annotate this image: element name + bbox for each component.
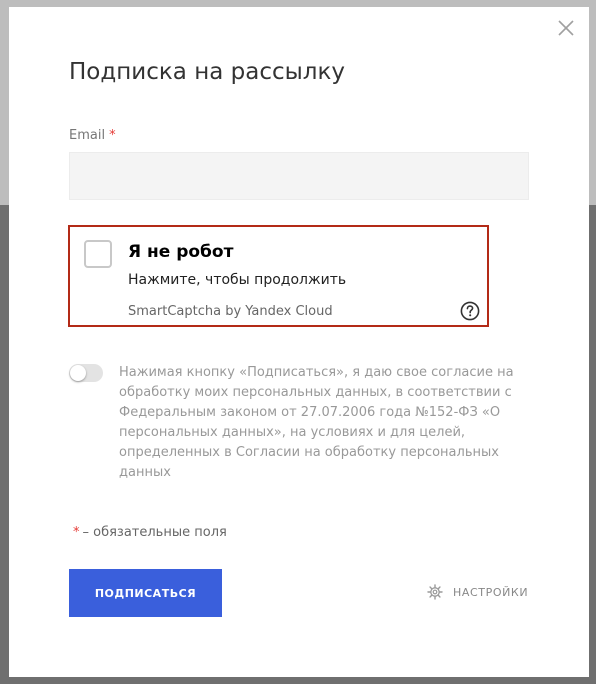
gear-icon bbox=[427, 584, 443, 600]
captcha-help-button[interactable] bbox=[460, 301, 480, 321]
close-icon bbox=[558, 20, 574, 36]
smartcaptcha-widget: Я не робот Нажмите, чтобы продолжить Sma… bbox=[68, 225, 489, 327]
captcha-title[interactable]: Я не робот bbox=[128, 242, 233, 262]
close-button[interactable] bbox=[557, 19, 575, 37]
email-field[interactable] bbox=[69, 152, 529, 200]
settings-button[interactable]: НАСТРОЙКИ bbox=[427, 584, 528, 600]
captcha-brand: SmartCaptcha by Yandex Cloud bbox=[128, 304, 333, 319]
required-mark: * bbox=[73, 525, 80, 540]
settings-label: НАСТРОЙКИ bbox=[453, 585, 529, 599]
consent-toggle[interactable] bbox=[69, 364, 103, 382]
question-circle-icon bbox=[460, 301, 480, 321]
email-label-text: Email bbox=[69, 128, 106, 143]
required-note-text: – обязательные поля bbox=[82, 525, 227, 540]
email-label: Email * bbox=[69, 128, 116, 143]
captcha-subtitle: Нажмите, чтобы продолжить bbox=[128, 272, 347, 288]
captcha-checkbox[interactable] bbox=[84, 240, 112, 268]
subscribe-button[interactable]: ПОДПИСАТЬСЯ bbox=[69, 569, 222, 617]
subscription-modal: Подписка на рассылку Email * Я не робот Н… bbox=[9, 7, 589, 677]
toggle-knob bbox=[70, 365, 86, 381]
consent-text: Нажимая кнопку «Подписаться», я даю свое… bbox=[119, 365, 514, 480]
required-fields-note: * – обязательные поля bbox=[73, 525, 227, 540]
modal-title: Подписка на рассылку bbox=[69, 59, 345, 85]
required-mark: * bbox=[109, 128, 116, 143]
